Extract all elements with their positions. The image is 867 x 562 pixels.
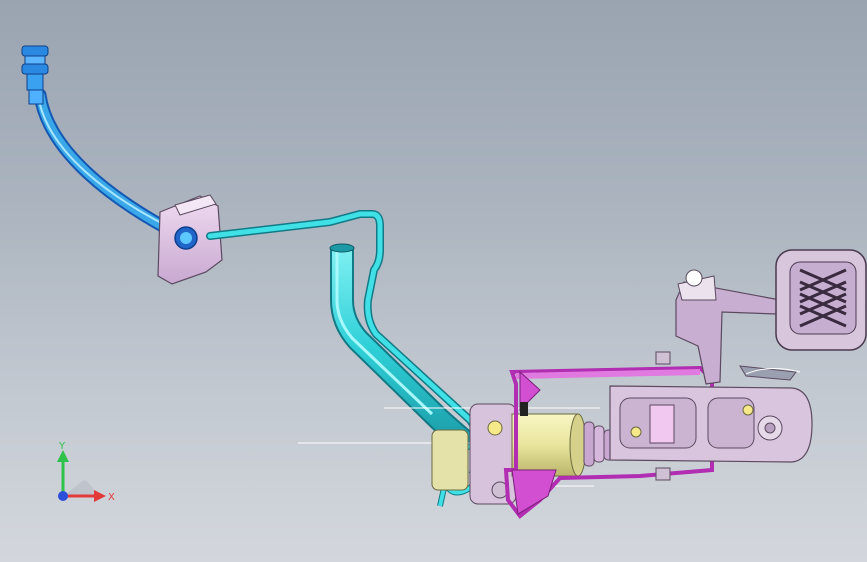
flexible-brake-hose[interactable] [21,45,192,245]
cad-graphics-viewport[interactable]: Y X [0,0,867,562]
brake-pedal-assembly-model[interactable] [0,0,867,562]
brake-pedal[interactable] [675,249,867,385]
z-axis-dot [58,491,68,501]
pedal-pad[interactable] [775,249,867,351]
y-axis-label: Y [58,441,66,452]
x-axis-label: X [108,492,115,503]
pedal-arm[interactable] [609,385,813,463]
view-orientation-triad[interactable]: Y X [44,438,124,508]
